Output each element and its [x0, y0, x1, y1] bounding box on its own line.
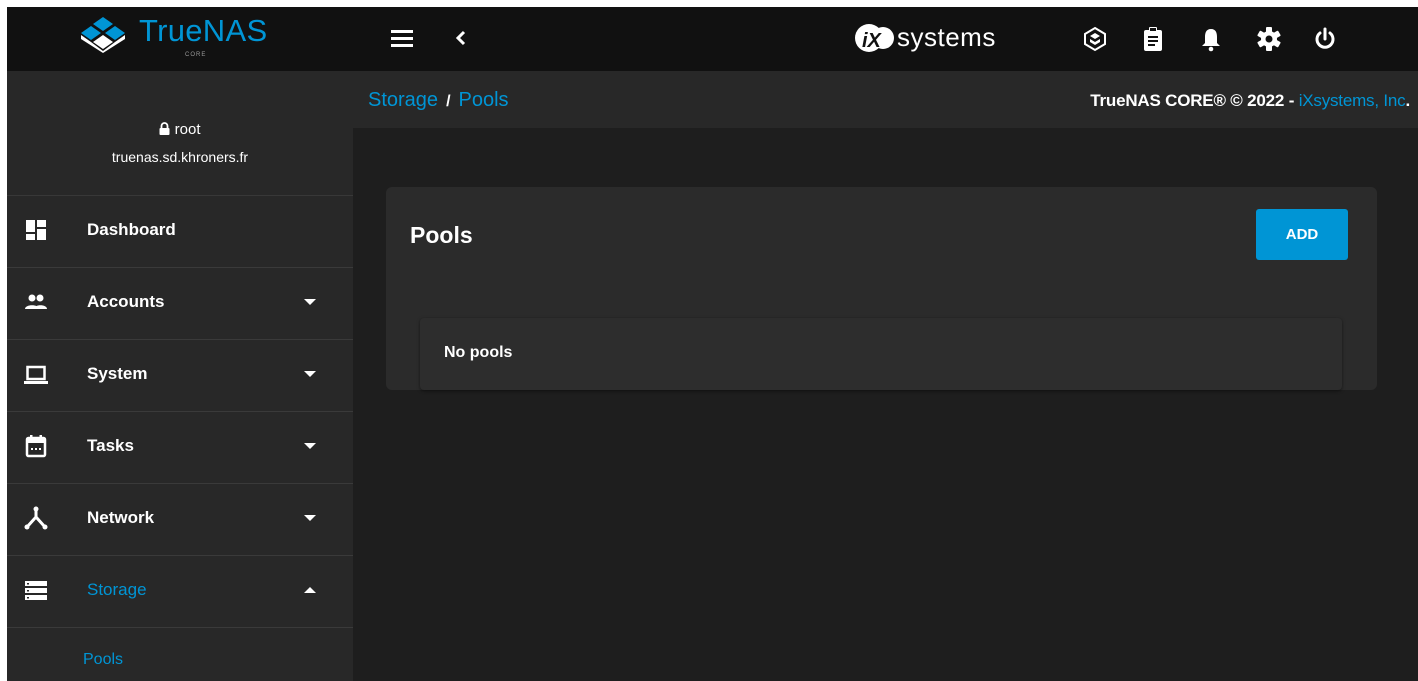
sidebar-item-label: Tasks [87, 436, 134, 455]
page-header: Storage / Pools TrueNAS CORE® © 2022 - iXs… [353, 71, 1418, 128]
menu-toggle-icon[interactable] [389, 27, 415, 51]
calendar-icon [25, 435, 47, 458]
chevron-down-icon [304, 443, 316, 449]
sidebar-item-tasks[interactable]: Tasks [7, 412, 353, 484]
sidebar-item-label: Storage [87, 580, 147, 599]
app-window: TrueNAS CORE iX systems root truenas.sd.… [7, 7, 1418, 681]
chevron-left-icon[interactable] [453, 27, 469, 49]
sidebar-item-label: System [87, 364, 148, 383]
chevron-down-icon [304, 299, 316, 305]
username: root [174, 121, 201, 138]
sidebar: root truenas.sd.khroners.fr Dashboard Ac… [7, 71, 353, 681]
bell-icon[interactable] [1198, 26, 1224, 52]
lock-icon [159, 122, 170, 135]
breadcrumb: Storage / Pools [368, 89, 509, 112]
storage-icon [25, 581, 47, 600]
brand-name: TrueNAS [139, 13, 268, 48]
page-title: Pools [410, 222, 473, 248]
network-icon [24, 506, 48, 530]
pools-card: Pools ADD No pools [386, 187, 1377, 390]
copyright: TrueNAS CORE® © 2022 - iXsystems, Inc. [1090, 91, 1410, 110]
sidebar-item-label: Dashboard [87, 220, 176, 239]
sidebar-subitem-pools[interactable]: Pools [83, 651, 123, 669]
sidebar-item-network[interactable]: Network [7, 484, 353, 556]
brand[interactable]: TrueNAS CORE [7, 7, 353, 71]
breadcrumb-parent[interactable]: Storage [368, 89, 438, 111]
breadcrumb-separator: / [446, 93, 451, 110]
sidebar-item-label: Accounts [87, 292, 165, 311]
gear-icon[interactable] [1256, 26, 1282, 52]
empty-message: No pools [444, 344, 513, 361]
hostname: truenas.sd.khroners.fr [111, 149, 249, 165]
sidebar-item-accounts[interactable]: Accounts [7, 268, 353, 340]
clipboard-icon[interactable] [1140, 26, 1166, 52]
sidebar-item-storage[interactable]: Storage [7, 556, 353, 628]
chevron-down-icon [304, 515, 316, 521]
user-info: root truenas.sd.khroners.fr [7, 71, 353, 196]
svg-text:iX: iX [862, 30, 883, 52]
truecommand-icon[interactable] [1082, 26, 1108, 52]
dashboard-icon [26, 220, 46, 240]
ixsystems-text: systems [897, 22, 996, 52]
chevron-up-icon [304, 587, 316, 593]
breadcrumb-current[interactable]: Pools [459, 89, 509, 111]
chevron-down-icon [304, 371, 316, 377]
people-icon [25, 294, 47, 309]
ixsystems-link[interactable]: iXsystems, Inc [1299, 91, 1406, 110]
top-bar: TrueNAS CORE iX systems [7, 7, 1418, 71]
sidebar-item-dashboard[interactable]: Dashboard [7, 196, 353, 268]
pools-list: No pools [420, 318, 1342, 390]
truenas-logo-icon [81, 17, 125, 53]
add-pool-button[interactable]: ADD [1256, 209, 1348, 260]
sidebar-item-system[interactable]: System [7, 340, 353, 412]
ixsystems-logo[interactable]: iX systems [855, 21, 1030, 55]
sidebar-item-label: Network [87, 508, 155, 527]
power-icon[interactable] [1312, 26, 1338, 52]
brand-subtitle: CORE [185, 52, 207, 58]
laptop-icon [24, 365, 48, 384]
